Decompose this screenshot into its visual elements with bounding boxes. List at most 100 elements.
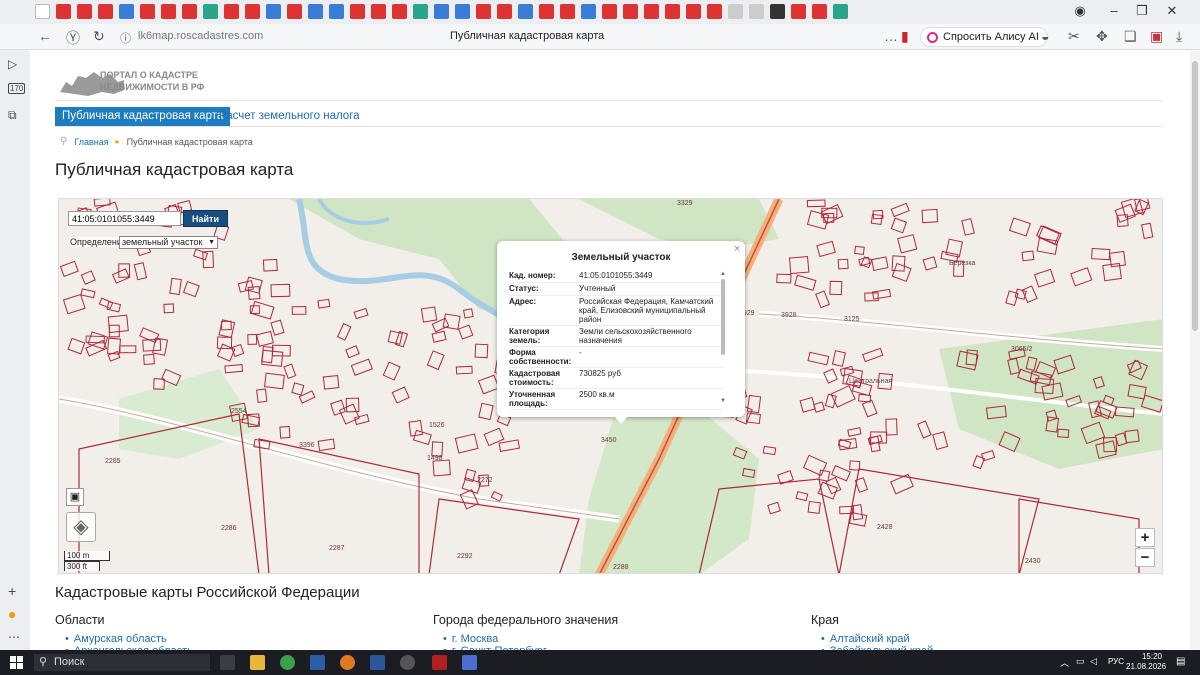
browser-tab[interactable]	[35, 4, 50, 19]
browser-tab[interactable]	[476, 4, 491, 19]
task-view-icon[interactable]	[220, 655, 235, 670]
browser-tab[interactable]	[686, 4, 701, 19]
notification-center-icon[interactable]: ▤	[1176, 656, 1185, 667]
browser-tab[interactable]	[833, 4, 848, 19]
browser-tab[interactable]	[707, 4, 722, 19]
popup-scrollbar[interactable]	[721, 279, 725, 355]
browser-tab[interactable]	[140, 4, 155, 19]
chrome-icon[interactable]	[280, 655, 295, 670]
language-indicator[interactable]: РУС	[1108, 657, 1124, 666]
browser-tab[interactable]	[224, 4, 239, 19]
cadastral-number-input[interactable]	[68, 211, 181, 226]
site-logo-text[interactable]: ПОРТАЛ О КАДАСТРЕ НЕДВИЖИМОСТИ В РФ	[100, 69, 230, 93]
breadcrumb-home[interactable]: Главная	[74, 137, 108, 147]
browser-tab[interactable]	[749, 4, 764, 19]
windows-start-icon[interactable]	[10, 656, 23, 669]
tools-icon[interactable]: ✂	[1068, 28, 1080, 45]
browser-tab[interactable]	[812, 4, 827, 19]
layers-icon[interactable]: ◈	[66, 512, 96, 542]
app-icon[interactable]	[310, 655, 325, 670]
zoom-out-button[interactable]: −	[1135, 548, 1155, 567]
browser-tab[interactable]	[644, 4, 659, 19]
browser-tab[interactable]	[581, 4, 596, 19]
browser-tab[interactable]	[77, 4, 92, 19]
browser-tab[interactable]	[308, 4, 323, 19]
browser-tab[interactable]	[329, 4, 344, 19]
collections-toolbar-icon[interactable]: ❏	[1124, 28, 1137, 45]
alice-button[interactable]: Спросить Алису AI	[920, 27, 1048, 47]
taskbar-search[interactable]: ⚲ Поиск	[34, 654, 210, 671]
browser-tab[interactable]	[434, 4, 449, 19]
page-scrollbar[interactable]	[1190, 51, 1200, 650]
browser-tab[interactable]	[161, 4, 176, 19]
network-icon[interactable]: ▭	[1076, 656, 1085, 667]
firefox-icon[interactable]	[340, 655, 355, 670]
browser-tab[interactable]	[602, 4, 617, 19]
tab-count-badge[interactable]: 170	[8, 83, 26, 94]
browser-tab[interactable]	[266, 4, 281, 19]
scroll-thumb[interactable]	[1192, 61, 1198, 331]
word-icon[interactable]	[370, 655, 385, 670]
app3-icon[interactable]	[432, 655, 447, 670]
region-link[interactable]: • г. Москва	[443, 633, 498, 645]
app2-icon[interactable]	[400, 655, 415, 670]
address-bar[interactable]: lk6map.roscadastres.com	[138, 30, 263, 42]
browser-tab[interactable]	[539, 4, 554, 19]
tray-arrow-icon[interactable]: ︿	[1060, 656, 1069, 669]
browser-tab[interactable]	[287, 4, 302, 19]
explorer-icon[interactable]	[250, 655, 265, 670]
download-icon[interactable]: ⤓	[1176, 28, 1182, 45]
menu-dots-icon[interactable]: …	[884, 28, 898, 44]
scroll-up-icon[interactable]: ▲	[720, 271, 726, 277]
print-icon[interactable]: ▣	[66, 488, 84, 506]
clock[interactable]: 15:20 21.08.2026	[1126, 652, 1166, 672]
browser-tab[interactable]	[497, 4, 512, 19]
extensions-icon[interactable]: ✥	[1096, 28, 1108, 45]
browser-tab[interactable]	[623, 4, 638, 19]
nav-land-tax[interactable]: Расчет земельного налога	[219, 107, 360, 126]
reload-icon[interactable]: ↻	[93, 28, 105, 45]
cadastral-map[interactable]: 3329 3929 3928 3125 3065/2 Центральная 2554 339…	[58, 198, 1163, 574]
browser-tab[interactable]	[56, 4, 71, 19]
scroll-down-icon[interactable]: ▼	[720, 398, 726, 404]
browser-tab[interactable]	[182, 4, 197, 19]
site-info-icon[interactable]: ⓘ	[120, 30, 131, 46]
assistant-icon[interactable]: ●	[8, 606, 16, 622]
bookmark-icon[interactable]: ▮	[901, 28, 909, 45]
incognito-icon[interactable]: ◒	[1041, 28, 1049, 44]
minimize-icon[interactable]: –	[1102, 3, 1126, 18]
region-link[interactable]: • Алтайский край	[821, 633, 910, 645]
yandex-browser-icon[interactable]	[462, 655, 477, 670]
browser-tab[interactable]	[350, 4, 365, 19]
browser-tab[interactable]	[560, 4, 575, 19]
add-icon[interactable]: +	[8, 583, 16, 599]
volume-icon[interactable]: ◁	[1090, 656, 1097, 667]
browser-tab[interactable]	[770, 4, 785, 19]
browser-tab[interactable]	[392, 4, 407, 19]
zoom-in-button[interactable]: +	[1135, 528, 1155, 547]
nav-cadastral-map[interactable]: Публичная кадастровая карта	[55, 107, 231, 126]
profile-icon[interactable]: ◉	[1068, 3, 1092, 19]
screenshot-icon[interactable]: ⧉	[8, 108, 17, 123]
notifications-icon[interactable]: ▣	[1150, 28, 1163, 45]
browser-tab[interactable]	[413, 4, 428, 19]
browser-tab[interactable]	[245, 4, 260, 19]
more-icon[interactable]: ⋯	[8, 630, 20, 644]
browser-tab[interactable]	[98, 4, 113, 19]
search-button[interactable]: Найти	[183, 210, 228, 227]
object-type-select[interactable]: земельный участок ▼	[119, 236, 218, 249]
yandex-icon[interactable]: Ⓨ	[66, 28, 80, 48]
close-window-icon[interactable]: ✕	[1160, 3, 1184, 19]
browser-tab[interactable]	[791, 4, 806, 19]
browser-tab[interactable]	[455, 4, 470, 19]
maximize-icon[interactable]: ❐	[1130, 3, 1154, 19]
back-icon[interactable]: ←	[38, 28, 52, 44]
browser-tab[interactable]	[728, 4, 743, 19]
region-link[interactable]: • Амурская область	[65, 633, 167, 645]
browser-tab[interactable]	[371, 4, 386, 19]
browser-tab[interactable]	[665, 4, 680, 19]
browser-tab[interactable]	[518, 4, 533, 19]
browser-tab[interactable]	[203, 4, 218, 19]
browser-tab[interactable]	[119, 4, 134, 19]
play-icon[interactable]: ▷	[8, 57, 17, 71]
